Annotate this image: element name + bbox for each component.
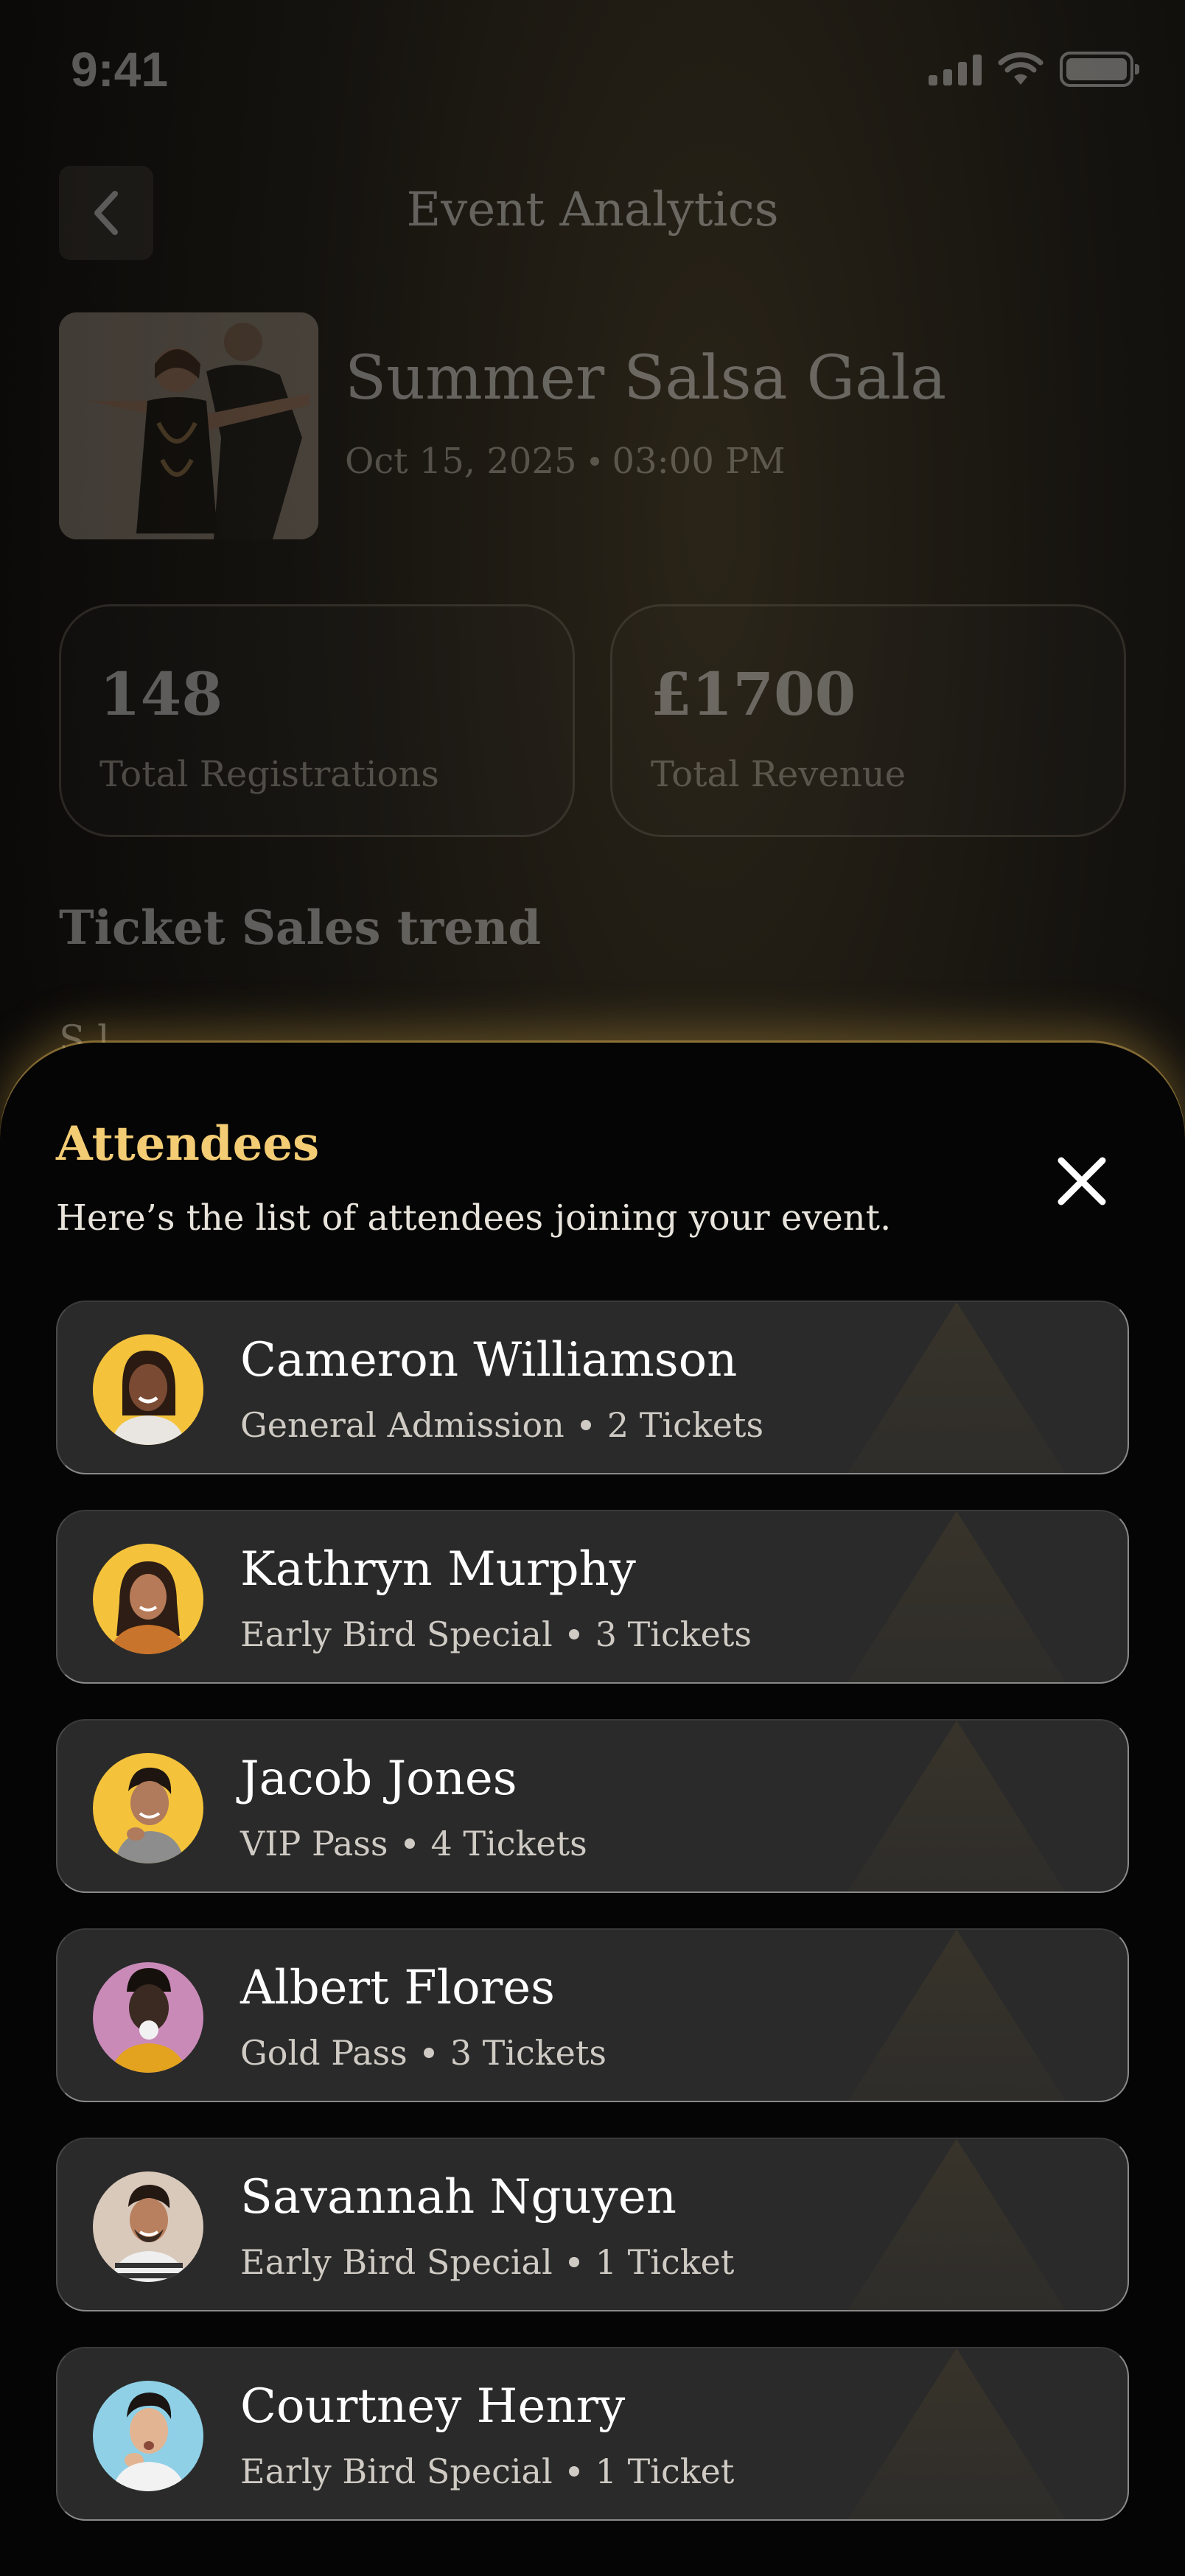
ticket-count: 1 Ticket [595, 2242, 735, 2282]
background-page: 9:41 Event Analytics Summer Salsa Gala O… [0, 0, 1185, 1063]
status-bar: 9:41 [0, 0, 1185, 140]
ticket-type: General Admission [240, 1405, 564, 1445]
avatar [93, 1334, 203, 1445]
ticket-type: Gold Pass [240, 2033, 408, 2073]
battery-icon [1060, 52, 1139, 87]
attendee-card[interactable]: Jacob Jones VIP Pass 4 Tickets [56, 1719, 1129, 1893]
separator-dot [568, 2466, 579, 2477]
avatar [93, 1544, 203, 1654]
stat-label: Total Revenue [651, 754, 906, 795]
screen: 9:41 Event Analytics Summer Salsa Gala O… [0, 0, 1185, 2576]
avatar [93, 1962, 203, 2073]
attendee-name: Albert Flores [240, 1961, 555, 2015]
attendee-name: Cameron Williamson [240, 1333, 738, 1387]
attendee-meta: Early Bird Special 1 Ticket [240, 2451, 734, 2491]
ticket-type: Early Bird Special [240, 2242, 553, 2282]
ticket-type: VIP Pass [240, 1824, 388, 1863]
separator-dot [568, 2257, 579, 2267]
attendee-name: Savannah Nguyen [240, 2170, 677, 2225]
separator-dot [404, 1838, 415, 1849]
stat-card-registrations: 148 Total Registrations [59, 604, 575, 837]
avatar [93, 2171, 203, 2282]
stat-card-revenue: £1700 Total Revenue [610, 604, 1126, 837]
page-title: Event Analytics [406, 183, 779, 237]
cellular-signal-icon [929, 53, 982, 85]
attendee-name: Kathryn Murphy [240, 1542, 636, 1597]
avatar [93, 1753, 203, 1863]
event-datetime: Oct 15, 2025 03:00 PM [345, 441, 786, 482]
status-time: 9:41 [71, 42, 169, 97]
close-button[interactable] [1046, 1146, 1117, 1217]
separator-dot [590, 457, 599, 466]
ticket-count: 3 Tickets [595, 1614, 752, 1654]
attendee-card[interactable]: Albert Flores Gold Pass 3 Tickets [56, 1928, 1129, 2102]
sheet-title: Attendees [56, 1116, 320, 1172]
stat-value: £1700 [651, 659, 856, 729]
ticket-count: 4 Tickets [430, 1824, 587, 1863]
attendee-name: Courtney Henry [240, 2379, 626, 2434]
attendee-card[interactable]: Courtney Henry Early Bird Special 1 Tick… [56, 2347, 1129, 2521]
separator-dot [580, 1420, 591, 1430]
stat-label: Total Registrations [99, 754, 439, 795]
sheet-subtitle: Here’s the list of attendees joining you… [56, 1197, 892, 1239]
attendee-card[interactable]: Kathryn Murphy Early Bird Special 3 Tick… [56, 1510, 1129, 1684]
event-time: 03:00 PM [612, 441, 786, 482]
section-title: Ticket Sales trend [59, 900, 542, 956]
ticket-type: Early Bird Special [240, 1614, 553, 1654]
separator-dot [423, 2048, 434, 2058]
ticket-count: 3 Tickets [450, 2033, 607, 2073]
close-icon [1058, 1157, 1106, 1205]
status-icons [929, 52, 1139, 87]
attendee-list: Cameron Williamson General Admission 2 T… [56, 1301, 1129, 2556]
ticket-count: 1 Ticket [595, 2451, 735, 2491]
avatar [93, 2381, 203, 2491]
attendee-meta: VIP Pass 4 Tickets [240, 1824, 587, 1863]
ticket-type: Early Bird Special [240, 2451, 553, 2491]
ticket-count: 2 Tickets [607, 1405, 764, 1445]
event-image [59, 312, 318, 539]
event-name: Summer Salsa Gala [345, 343, 947, 413]
separator-dot [568, 1629, 579, 1639]
attendee-meta: Gold Pass 3 Tickets [240, 2033, 607, 2073]
attendee-card[interactable]: Cameron Williamson General Admission 2 T… [56, 1301, 1129, 1474]
attendee-name: Jacob Jones [240, 1751, 517, 1806]
attendees-sheet: Attendees Here’s the list of attendees j… [0, 1043, 1185, 2576]
wifi-icon [998, 52, 1044, 85]
attendee-meta: Early Bird Special 3 Tickets [240, 1614, 752, 1654]
attendee-card[interactable]: Savannah Nguyen Early Bird Special 1 Tic… [56, 2138, 1129, 2311]
attendee-meta: General Admission 2 Tickets [240, 1405, 763, 1445]
attendee-meta: Early Bird Special 1 Ticket [240, 2242, 734, 2282]
stat-value: 148 [99, 659, 223, 729]
event-date: Oct 15, 2025 [345, 441, 577, 482]
